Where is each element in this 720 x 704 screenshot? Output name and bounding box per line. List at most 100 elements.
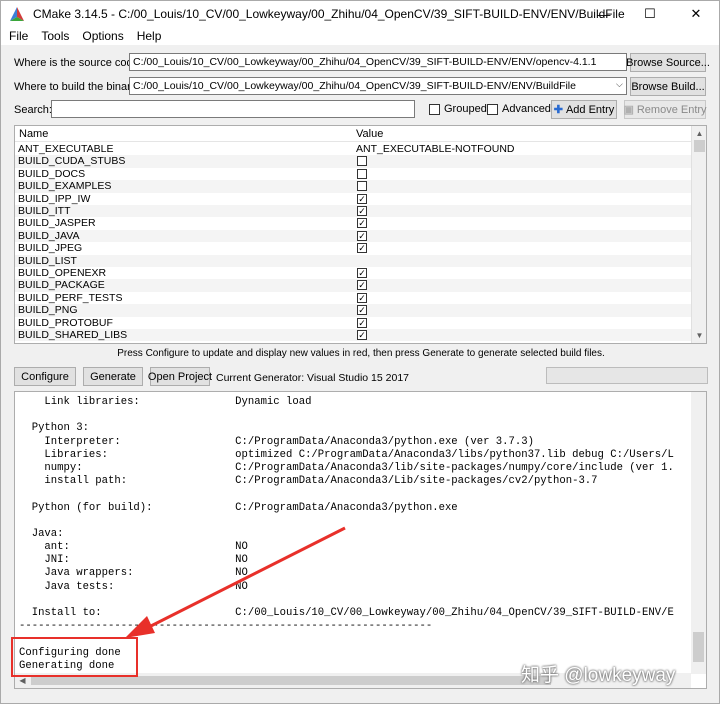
checked-checkbox-icon[interactable]: ✓ [357,330,367,340]
log-lines: Link libraries: Dynamic load Python 3: I… [19,396,674,673]
unchecked-checkbox-icon[interactable] [357,181,367,192]
log-line: Java tests: NO [19,580,248,593]
minimize-button[interactable]: — [581,1,627,27]
log-vertical-scrollbar[interactable] [691,392,706,674]
log-line: Install to: C:/00_Louis/10_CV/00_Lowkeyw… [19,607,674,619]
chevron-down-icon[interactable]: ⌵ [616,79,623,90]
menu-help[interactable]: Help [137,29,162,43]
table-row[interactable]: BUILD_PERF_TESTS ✓ [15,292,692,304]
row-name: BUILD_EXAMPLES [18,180,112,193]
menu-bar: File Tools Options Help [1,27,719,45]
row-value[interactable]: ANT_EXECUTABLE-NOTFOUND [356,143,515,155]
table-row[interactable]: BUILD_EXAMPLES [15,180,692,193]
build-label: Where to build the binaries: [14,81,148,93]
menu-file[interactable]: File [9,29,28,43]
table-row[interactable]: BUILD_LIST [15,254,692,267]
log-line: Python (for build): C:/ProgramData/Anaco… [19,501,458,514]
advanced-checkbox[interactable]: Advanced [487,103,551,115]
table-row[interactable]: BUILD_OPENEXR ✓ [15,267,692,279]
table-row[interactable]: BUILD_PNG ✓ [15,304,692,317]
row-name: BUILD_SHARED_LIBS [18,329,128,341]
table-row[interactable]: ANT_EXECUTABLE ANT_EXECUTABLE-NOTFOUND [15,143,692,155]
unchecked-checkbox-icon[interactable] [357,156,367,167]
source-label: Where is the source code: [14,57,142,69]
grouped-checkbox-box[interactable] [429,103,440,115]
table-scroll-thumb[interactable] [694,140,705,152]
cmake-window: CMake 3.14.5 - C:/00_Louis/10_CV/00_Lowk… [0,0,720,704]
menu-options[interactable]: Options [82,29,123,43]
checked-checkbox-icon[interactable]: ✓ [357,218,367,229]
window-controls: — ☐ ✕ [581,1,719,27]
column-header-name[interactable]: Name [19,128,48,140]
build-path-value: C:/00_Louis/10_CV/00_Lowkeyway/00_Zhihu/… [133,80,576,92]
row-name: BUILD_JAVA [18,229,80,242]
table-row[interactable]: BUILD_JPEG ✓ [15,242,692,254]
table-row[interactable]: BUILD_JASPER ✓ [15,217,692,229]
grouped-checkbox[interactable]: Grouped [429,103,487,115]
checked-checkbox-icon[interactable]: ✓ [357,268,367,278]
checked-checkbox-icon[interactable]: ✓ [357,317,367,328]
remove-entry-button[interactable]: ▣ Remove Entry [623,100,707,119]
log-scroll-thumb[interactable] [693,632,704,662]
checked-checkbox-icon[interactable]: ✓ [357,230,367,241]
table-row[interactable]: BUILD_ITT ✓ [15,205,692,218]
row-name: BUILD_CUDA_STUBS [18,155,126,168]
table-row[interactable]: BUILD_IPP_IW ✓ [15,193,692,205]
unchecked-checkbox-icon[interactable] [357,168,367,179]
advanced-checkbox-box[interactable] [487,103,498,115]
menu-tools[interactable]: Tools [41,29,69,43]
add-entry-label: Add Entry [565,103,615,116]
checked-checkbox-icon[interactable]: ✓ [357,305,367,316]
table-row[interactable]: BUILD_DOCS [15,168,692,180]
log-line: Python 3: [19,422,89,435]
checked-checkbox-icon[interactable]: ✓ [357,292,367,303]
log-hscroll-thumb[interactable] [31,676,551,685]
table-row[interactable]: BUILD_PROTOBUF ✓ [15,317,692,329]
search-input[interactable] [51,100,415,118]
column-header-value[interactable]: Value [356,128,383,140]
checked-checkbox-icon[interactable]: ✓ [357,243,367,254]
scroll-down-icon[interactable]: ▼ [692,328,706,343]
maximize-button[interactable]: ☐ [627,1,673,27]
row-name: BUILD_OPENEXR [18,267,107,279]
cache-table[interactable]: Name Value ANT_EXECUTABLE ANT_EXECUTABLE-… [14,125,707,344]
table-row[interactable]: BUILD_JAVA ✓ [15,229,692,243]
close-button[interactable]: ✕ [673,1,719,27]
table-vertical-scrollbar[interactable]: ▲ ▼ [691,126,706,343]
log-line: Libraries: optimized C:/ProgramData/Anac… [19,448,674,461]
row-name: BUILD_PNG [18,304,78,317]
hint-text: Press Configure to update and display ne… [117,348,605,359]
browse-build-button[interactable]: Browse Build... [630,77,706,96]
log-line: install path: C:/ProgramData/Anaconda3/L… [19,475,598,488]
row-name: BUILD_ITT [18,205,71,217]
build-path-field[interactable]: C:/00_Louis/10_CV/00_Lowkeyway/00_Zhihu/… [129,77,627,95]
log-line: Link libraries: Dynamic load [19,396,312,408]
browse-source-button[interactable]: Browse Source... [626,53,710,72]
checked-checkbox-icon[interactable]: ✓ [357,193,367,204]
row-name: BUILD_IPP_IW [18,192,91,205]
generate-button[interactable]: Generate [83,367,143,386]
table-row[interactable]: BUILD_PACKAGE ✓ [15,279,692,292]
scroll-up-icon[interactable]: ▲ [692,126,706,141]
table-row[interactable]: BUILD_CUDA_STUBS [15,155,692,168]
configure-button[interactable]: Configure [14,367,76,386]
title-bar: CMake 3.14.5 - C:/00_Louis/10_CV/00_Lowk… [1,1,719,27]
row-name: BUILD_PACKAGE [18,279,105,292]
table-row[interactable]: BUILD_SHARED_LIBS ✓ [15,329,692,342]
row-name: BUILD_PERF_TESTS [18,291,123,304]
log-line: ant: NO [19,541,248,554]
checked-checkbox-icon[interactable]: ✓ [357,206,367,216]
checked-checkbox-icon[interactable]: ✓ [357,280,367,291]
row-name: BUILD_LIST [18,254,77,267]
source-path-field[interactable]: C:/00_Louis/10_CV/00_Lowkeyway/00_Zhihu/… [129,53,627,71]
log-line: Java wrappers: NO [19,567,248,580]
cmake-logo-icon [10,7,24,21]
open-project-button[interactable]: Open Project [148,367,212,386]
log-line: ----------------------------------------… [19,620,433,633]
log-line: numpy: C:/ProgramData/Anaconda3/lib/site… [19,461,674,474]
add-entry-button[interactable]: ✚ Add Entry [551,100,617,119]
